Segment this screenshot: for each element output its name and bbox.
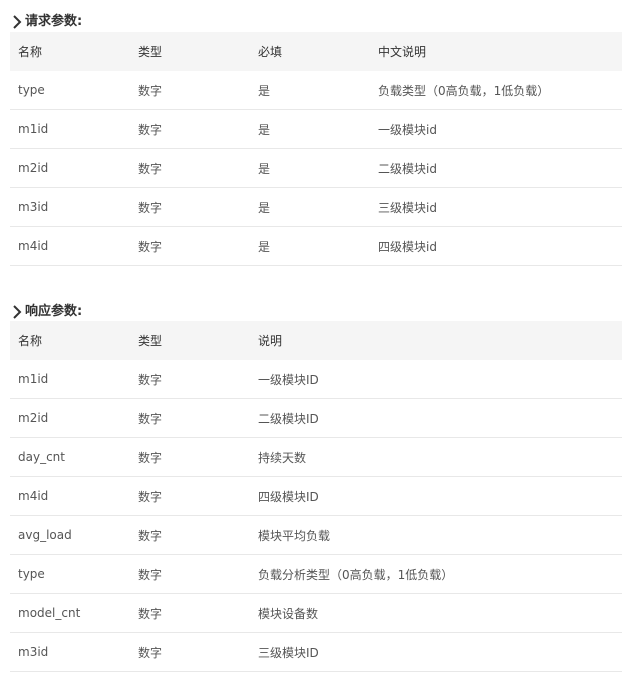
header-required: 必填 xyxy=(250,32,370,71)
param-type: 数字 xyxy=(130,632,250,672)
param-type: 数字 xyxy=(130,554,250,594)
header-description: 说明 xyxy=(250,321,622,360)
param-description: 三级模块ID xyxy=(250,632,622,672)
param-required: 是 xyxy=(250,226,370,266)
header-description: 中文说明 xyxy=(370,32,622,71)
request-params-title: 请求参数: xyxy=(25,14,83,29)
table-row: m1id 数字 一级模块ID xyxy=(10,360,622,399)
chevron-right-icon xyxy=(12,304,23,320)
request-params-table: 名称 类型 必填 中文说明 type 数字 是 负载类型（0高负载，1低负载） … xyxy=(10,32,622,266)
param-name: type xyxy=(10,71,130,110)
table-row: m4id 数字 是 四级模块id xyxy=(10,226,622,266)
param-type: 数字 xyxy=(130,71,250,110)
param-required: 是 xyxy=(250,71,370,110)
table-row: avg_load 数字 模块平均负载 xyxy=(10,515,622,555)
param-type: 数字 xyxy=(130,515,250,555)
param-description: 模块设备数 xyxy=(250,593,622,633)
param-name: m2id xyxy=(10,398,130,438)
table-header-row: 名称 类型 说明 xyxy=(10,321,622,360)
param-name: m1id xyxy=(10,109,130,149)
header-type: 类型 xyxy=(130,321,250,360)
param-name: m1id xyxy=(10,360,130,399)
table-row: m4id 数字 四级模块ID xyxy=(10,476,622,516)
param-required: 是 xyxy=(250,148,370,188)
table-row: model_cnt 数字 模块设备数 xyxy=(10,593,622,633)
table-row: m2id 数字 二级模块ID xyxy=(10,398,622,438)
param-name: m2id xyxy=(10,148,130,188)
table-row: m2id 数字 是 二级模块id xyxy=(10,148,622,188)
param-description: 三级模块id xyxy=(370,187,622,227)
param-name: m4id xyxy=(10,226,130,266)
param-description: 二级模块ID xyxy=(250,398,622,438)
response-params-heading: 响应参数: xyxy=(12,301,82,323)
table-row: type 数字 是 负载类型（0高负载，1低负载） xyxy=(10,71,622,110)
table-row: m3id 数字 三级模块ID xyxy=(10,632,622,672)
param-description: 负载分析类型（0高负载，1低负载） xyxy=(250,554,622,594)
param-type: 数字 xyxy=(130,437,250,477)
param-name: m3id xyxy=(10,632,130,672)
param-required: 是 xyxy=(250,109,370,149)
table-header-row: 名称 类型 必填 中文说明 xyxy=(10,32,622,71)
table-row: m1id 数字 是 一级模块id xyxy=(10,109,622,149)
request-params-heading: 请求参数: xyxy=(12,11,82,33)
chevron-right-icon xyxy=(12,14,23,30)
param-name: type xyxy=(10,554,130,594)
param-type: 数字 xyxy=(130,593,250,633)
param-description: 一级模块ID xyxy=(250,360,622,399)
header-name: 名称 xyxy=(10,32,130,71)
param-type: 数字 xyxy=(130,476,250,516)
param-type: 数字 xyxy=(130,109,250,149)
param-name: avg_load xyxy=(10,515,130,555)
param-description: 四级模块id xyxy=(370,226,622,266)
param-type: 数字 xyxy=(130,187,250,227)
param-name: m4id xyxy=(10,476,130,516)
param-description: 一级模块id xyxy=(370,109,622,149)
param-description: 四级模块ID xyxy=(250,476,622,516)
param-description: 二级模块id xyxy=(370,148,622,188)
table-row: day_cnt 数字 持续天数 xyxy=(10,437,622,477)
param-name: m3id xyxy=(10,187,130,227)
header-name: 名称 xyxy=(10,321,130,360)
response-params-title: 响应参数: xyxy=(25,304,83,319)
response-params-table: 名称 类型 说明 m1id 数字 一级模块ID m2id 数字 二级模块ID d… xyxy=(10,321,622,672)
param-type: 数字 xyxy=(130,398,250,438)
param-description: 模块平均负载 xyxy=(250,515,622,555)
table-row: m3id 数字 是 三级模块id xyxy=(10,187,622,227)
param-required: 是 xyxy=(250,187,370,227)
param-name: model_cnt xyxy=(10,593,130,633)
param-description: 负载类型（0高负载，1低负载） xyxy=(370,71,622,110)
param-description: 持续天数 xyxy=(250,437,622,477)
param-type: 数字 xyxy=(130,360,250,399)
header-type: 类型 xyxy=(130,32,250,71)
table-row: type 数字 负载分析类型（0高负载，1低负载） xyxy=(10,554,622,594)
param-name: day_cnt xyxy=(10,437,130,477)
param-type: 数字 xyxy=(130,148,250,188)
param-type: 数字 xyxy=(130,226,250,266)
